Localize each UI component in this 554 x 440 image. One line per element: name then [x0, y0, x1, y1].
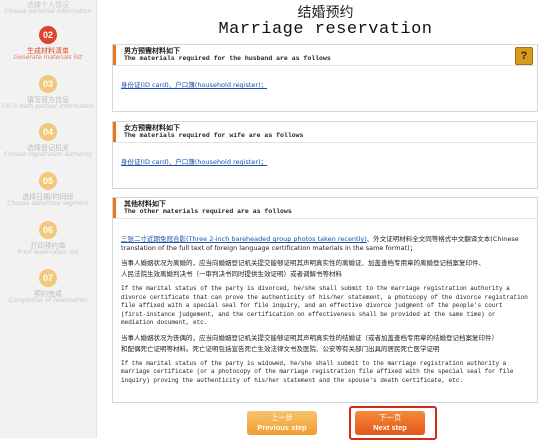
widow-text-cn-1: 当事人婚姻状况为丧偶的，应当向婚姻登记机关提交能够证明其声明真实性的结婚证（或者…: [121, 333, 498, 342]
page-title-cn: 结婚预约: [297, 5, 354, 21]
step-number: 05: [39, 172, 57, 190]
husband-materials-section: 男方预需材料如下 The materials required for the …: [112, 44, 538, 112]
step-label-en: Completion of reservation: [8, 297, 88, 304]
next-step-button[interactable]: 下一页 Next step: [355, 411, 425, 435]
divorce-text-cn-1: 当事人婚姻状况为离婚的，应当向婚姻登记机关提交能够证明其声明真实性的离婚证、加盖…: [121, 259, 485, 267]
section-title-en: The materials required for the husband a…: [124, 55, 331, 62]
step-02: 02 生成材料清单 Generate materials list: [0, 26, 96, 61]
step-05: 05 选择日期/时间段 Choose date/time segment: [0, 172, 96, 207]
previous-step-label: Previous step: [257, 423, 307, 432]
section-header: 其他材料如下 The other materials required are …: [113, 198, 537, 218]
section-title-en: The other materials required are as foll…: [124, 208, 292, 215]
widow-text-cn-2: 和配偶死亡证明等材料。死亡证明包括宣告死亡生效法律文书及医院、公安等有关部门出具…: [121, 344, 440, 353]
photo-requirement: 三张二寸近期免冠合影(Three 2-inch bareheaded group…: [121, 235, 529, 253]
help-icon[interactable]: ?: [515, 47, 533, 65]
step-label-en: Choose registration authority: [3, 151, 93, 158]
divorce-text-en: If the marital status of the party is di…: [121, 285, 528, 326]
wife-materials-link[interactable]: 身份证(ID card)、户口簿(household register)；: [121, 158, 267, 166]
step-label-en: Fill in both parties' information: [1, 103, 95, 110]
photo-requirement-link[interactable]: 三张二寸近期免冠合影(Three 2-inch bareheaded group…: [121, 235, 367, 243]
divorce-text-cn-2: 人民法院生效离婚判决书（一审判决书同时提供生效证明）或者调解书等材料: [121, 270, 342, 278]
other-materials-section: 其他材料如下 The other materials required are …: [112, 197, 538, 403]
section-body: 身份证(ID card)、户口簿(household register)；: [113, 65, 537, 97]
wife-materials-section: 女方预需材料如下 The materials required for wife…: [112, 121, 538, 189]
husband-materials-link[interactable]: 身份证(ID card)、户口簿(household register)；: [121, 81, 267, 89]
step-03: 03 填写双方信息 Fill in both parties' informat…: [0, 75, 96, 110]
progress-sidebar: 选择个人情况 Choose personal information 02 生成…: [0, 0, 97, 438]
step-label-en: Choose date/time segment: [7, 200, 89, 207]
step-04: 04 选择登记机关 Choose registration authority: [0, 123, 96, 158]
step-06: 06 打印预约单 Print reservation list: [0, 221, 96, 256]
section-header: 女方预需材料如下 The materials required for wife…: [113, 122, 537, 142]
main-content: 结婚预约 Marriage reservation 男方预需材料如下 The m…: [97, 0, 554, 438]
next-step-label-cn: 下一页: [378, 413, 402, 422]
step-number: 02: [39, 26, 57, 44]
step-number: 07: [39, 269, 57, 287]
step-label-en: Print reservation list: [17, 249, 79, 256]
section-body: 身份证(ID card)、户口簿(household register)；: [113, 142, 537, 174]
section-title-en: The materials required for wife are as f…: [124, 132, 304, 139]
step-number: 06: [39, 221, 57, 239]
step-number: 03: [39, 75, 57, 93]
step-07: 07 预约完成 Completion of reservation: [0, 269, 96, 304]
step-label-en: Choose personal information: [4, 8, 92, 15]
previous-step-label-cn: 上一步: [270, 413, 294, 422]
widow-text-en: If the marital status of the party is wi…: [121, 359, 514, 384]
previous-step-button[interactable]: 上一步 Previous step: [247, 411, 317, 435]
step-label-en: Generate materials list: [13, 54, 83, 61]
step-01: 选择个人情况 Choose personal information: [0, 0, 96, 15]
page-title: Marriage reservation: [218, 20, 433, 39]
section-header: 男方预需材料如下 The materials required for the …: [113, 45, 537, 65]
step-number: 04: [39, 123, 57, 141]
section-body: 三张二寸近期免冠合影(Three 2-inch bareheaded group…: [113, 218, 537, 397]
next-step-label: Next step: [373, 423, 407, 432]
